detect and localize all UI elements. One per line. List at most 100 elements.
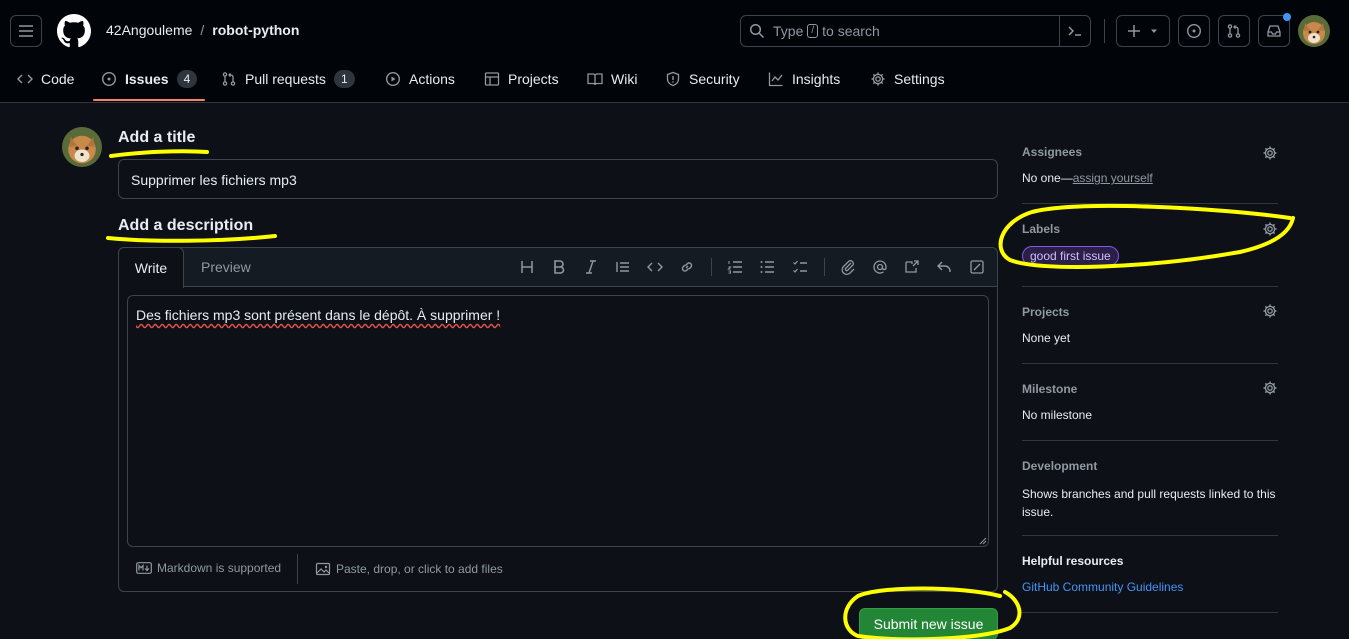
title-input[interactable]: Supprimer les fichiers mp3 xyxy=(118,159,998,199)
issues-counter: 4 xyxy=(176,70,198,88)
menu-button[interactable] xyxy=(10,15,42,47)
development-value: Shows branches and pull requests linked … xyxy=(1022,487,1276,519)
attach-note-label: Paste, drop, or click to add files xyxy=(336,562,503,576)
search-input[interactable]: Type / to search xyxy=(740,15,1091,47)
image-icon xyxy=(315,562,331,576)
reply-icon[interactable] xyxy=(936,259,952,275)
cross-reference-icon[interactable] xyxy=(904,259,920,275)
command-palette-icon[interactable] xyxy=(1067,23,1083,39)
gear-icon[interactable] xyxy=(1262,380,1278,396)
write-tab-label: Write xyxy=(134,260,168,276)
projects-title[interactable]: Projects xyxy=(1022,305,1069,319)
tab-write[interactable]: Write xyxy=(118,247,184,288)
pull-requests-counter: 1 xyxy=(333,70,355,88)
graph-icon xyxy=(768,72,783,87)
title-heading: Add a title xyxy=(118,129,196,146)
task-list-icon[interactable] xyxy=(792,259,808,275)
highlight-description-underline xyxy=(106,234,277,243)
heading-icon[interactable] xyxy=(519,259,535,275)
issue-opened-icon xyxy=(1186,23,1202,39)
tab-code[interactable]: Code xyxy=(17,62,74,96)
gear-icon[interactable] xyxy=(1262,221,1278,237)
tab-label: Pull requests xyxy=(245,71,326,87)
italic-icon[interactable] xyxy=(583,259,599,275)
search-suffix: to search xyxy=(822,23,880,39)
title-input-value: Supprimer les fichiers mp3 xyxy=(131,172,297,188)
paperclip-icon[interactable] xyxy=(840,259,856,275)
link-icon[interactable] xyxy=(679,259,695,275)
hamburger-icon xyxy=(19,25,33,37)
tab-wiki[interactable]: Wiki xyxy=(587,62,637,96)
shield-icon xyxy=(666,71,680,87)
assign-yourself-link[interactable]: assign yourself xyxy=(1073,171,1153,185)
play-icon xyxy=(385,71,401,87)
description-textarea[interactable]: Des fichiers mp3 sont présent dans le dé… xyxy=(127,295,989,547)
description-heading: Add a description xyxy=(118,217,254,234)
attach-files-area[interactable]: Paste, drop, or click to add files xyxy=(315,561,503,577)
notification-dot xyxy=(1283,13,1291,21)
create-new-button[interactable] xyxy=(1116,15,1170,47)
unordered-list-icon[interactable] xyxy=(759,259,775,275)
triangle-down-icon xyxy=(1151,29,1157,33)
markdown-note[interactable]: Markdown is supported xyxy=(136,561,281,575)
github-mark-icon xyxy=(57,14,91,48)
tab-label: Wiki xyxy=(611,71,638,87)
quote-icon[interactable] xyxy=(615,259,631,275)
plus-icon xyxy=(1128,25,1140,37)
tab-label: Insights xyxy=(792,71,841,87)
selected-tab-underline xyxy=(93,99,205,101)
label-text: good first issue xyxy=(1030,249,1111,263)
search-icon xyxy=(749,23,765,39)
markdown-note-label: Markdown is supported xyxy=(157,561,282,575)
assignees-value: No one— xyxy=(1022,171,1073,185)
community-guidelines-link[interactable]: GitHub Community Guidelines xyxy=(1022,580,1183,594)
labels-title[interactable]: Labels xyxy=(1022,222,1060,236)
gear-icon[interactable] xyxy=(1262,303,1278,319)
projects-value: None yet xyxy=(1022,331,1071,345)
issues-button[interactable] xyxy=(1178,15,1210,47)
table-icon xyxy=(484,72,500,86)
submit-new-issue-button[interactable]: Submit new issue xyxy=(859,608,998,639)
tab-label: Settings xyxy=(894,71,945,87)
tab-label: Actions xyxy=(409,71,455,87)
tab-settings[interactable]: Settings xyxy=(870,62,945,96)
helpful-resources-title: Helpful resources xyxy=(1022,554,1124,568)
tab-actions[interactable]: Actions xyxy=(385,62,455,96)
tab-issues[interactable]: Issues 4 xyxy=(101,62,198,96)
ordered-list-icon[interactable] xyxy=(727,259,743,275)
tab-security[interactable]: Security xyxy=(665,62,740,96)
markdown-icon xyxy=(136,562,152,574)
github-logo[interactable] xyxy=(57,14,91,48)
fullscreen-icon[interactable] xyxy=(969,259,985,275)
issue-opened-icon xyxy=(101,71,117,87)
mention-icon[interactable] xyxy=(872,259,888,275)
breadcrumb-repo[interactable]: robot-python xyxy=(212,22,299,38)
resize-handle-icon[interactable] xyxy=(979,537,987,545)
milestone-title[interactable]: Milestone xyxy=(1022,382,1077,396)
tab-pull-requests[interactable]: Pull requests 1 xyxy=(221,62,355,96)
tab-label: Projects xyxy=(508,71,559,87)
milestone-value: No milestone xyxy=(1022,408,1093,422)
tab-insights[interactable]: Insights xyxy=(768,62,840,96)
breadcrumb-owner[interactable]: 42Angouleme xyxy=(106,22,192,38)
code-icon[interactable] xyxy=(647,259,663,275)
tab-preview[interactable]: Preview xyxy=(201,259,251,275)
gear-icon xyxy=(871,72,885,86)
description-value: Des fichiers mp3 sont présent dans le dé… xyxy=(136,307,501,323)
user-avatar[interactable] xyxy=(1298,15,1330,47)
tab-projects[interactable]: Projects xyxy=(484,62,559,96)
author-avatar xyxy=(62,127,102,167)
inbox-icon xyxy=(1267,25,1281,37)
pull-requests-button[interactable] xyxy=(1218,15,1250,47)
label-good-first-issue[interactable]: good first issue xyxy=(1022,246,1119,266)
book-icon xyxy=(587,73,603,86)
bold-icon[interactable] xyxy=(551,259,567,275)
search-prefix: Type xyxy=(773,23,804,39)
tab-label: Issues xyxy=(125,71,169,87)
highlight-title-underline xyxy=(109,149,209,158)
search-shortcut-key: / xyxy=(807,24,819,38)
submit-label: Submit new issue xyxy=(873,616,984,632)
gear-icon[interactable] xyxy=(1262,145,1278,161)
assignees-title[interactable]: Assignees xyxy=(1022,145,1082,159)
tab-label: Security xyxy=(689,71,740,87)
